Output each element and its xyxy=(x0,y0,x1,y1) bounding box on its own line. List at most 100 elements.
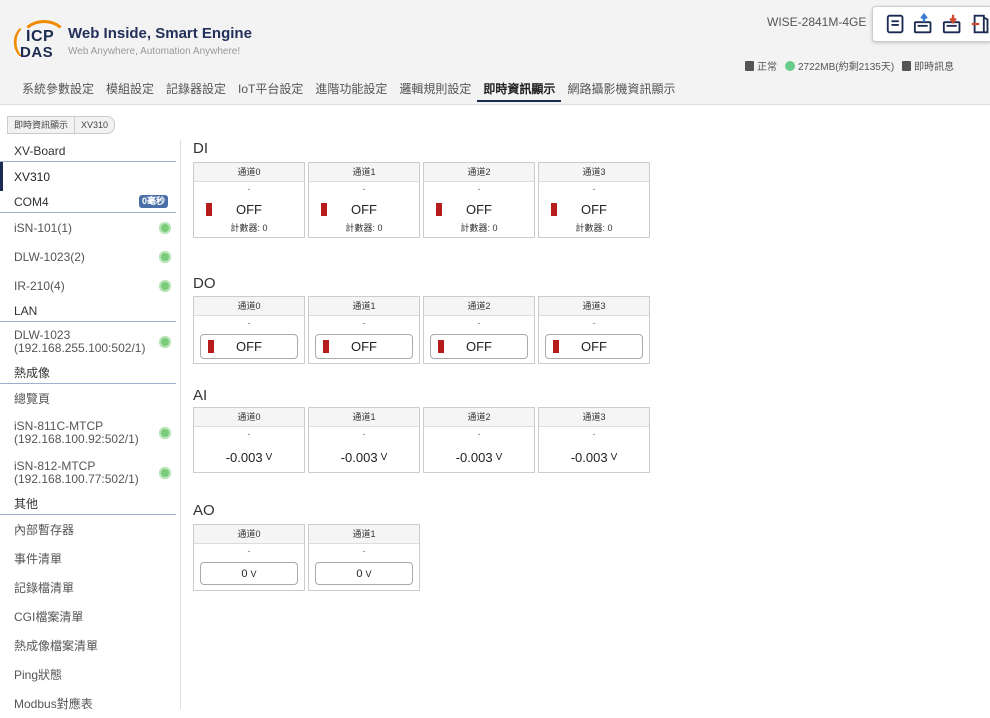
do-section-title: DO xyxy=(193,275,216,292)
channel-alias: - xyxy=(592,429,596,439)
nav-system-settings[interactable]: 系統參數設定 xyxy=(16,80,100,102)
channel-name: 通道1 xyxy=(309,297,419,316)
sidebar-group-thermal: 熱成像 xyxy=(0,362,176,384)
sidebar-item-overview[interactable]: 總覽頁 xyxy=(0,384,180,413)
channel-alias: - xyxy=(477,318,481,328)
device-model: WISE-2841M-4GE xyxy=(767,15,867,29)
di-section-title: DI xyxy=(193,140,208,157)
sidebar-item-event-list[interactable]: 事件清單 xyxy=(0,544,180,573)
download-icon[interactable] xyxy=(942,13,962,35)
off-indicator xyxy=(323,340,329,353)
do-toggle-button[interactable]: OFF xyxy=(545,334,643,359)
ai-value: -0.003 V xyxy=(570,449,618,465)
breadcrumb-realtime[interactable]: 即時資訊顯示 xyxy=(7,116,76,134)
brand-subtitle: Web Anywhere, Automation Anywhere! xyxy=(68,46,241,57)
channel-alias: - xyxy=(592,318,596,328)
nav-realtime-display[interactable]: 即時資訊顯示 xyxy=(477,80,562,102)
sidebar-item-isn812[interactable]: iSN-812-MTCP (192.168.100.77:502/1) xyxy=(0,453,180,493)
ai-value: -0.003 V xyxy=(455,449,503,465)
main-nav: 系統參數設定 模組設定 記錄器設定 IoT平台設定 進階功能設定 邏輯規則設定 … xyxy=(16,80,681,102)
ao-channel-card: 通道1 - 0V xyxy=(308,524,420,591)
online-status-icon xyxy=(159,221,171,234)
ao-section-title: AO xyxy=(193,502,215,519)
off-indicator xyxy=(206,202,212,216)
sidebar-item-log-list[interactable]: 記錄檔清單 xyxy=(0,573,180,602)
do-toggle-button[interactable]: OFF xyxy=(430,334,528,359)
logout-icon[interactable] xyxy=(970,13,990,35)
di-state: OFF xyxy=(539,197,649,221)
ai-section-title: AI xyxy=(193,387,208,404)
channel-alias: - xyxy=(592,184,596,194)
off-indicator xyxy=(551,202,557,216)
ai-value: -0.003 V xyxy=(340,449,388,465)
nav-camera-display[interactable]: 網路攝影機資訊顯示 xyxy=(561,80,681,102)
sidebar-group-lan: LAN xyxy=(0,300,176,322)
channel-alias: - xyxy=(247,429,251,439)
channel-alias: - xyxy=(362,318,366,328)
upload-icon[interactable] xyxy=(913,13,933,35)
sidebar-item-ir210[interactable]: IR-210(4) xyxy=(0,271,180,300)
ai-channel-card: 通道0 - -0.003 V xyxy=(193,407,305,473)
ai-channel-card: 通道3 - -0.003 V xyxy=(538,407,650,473)
sidebar-item-isn101[interactable]: iSN-101(1) xyxy=(0,213,180,242)
channel-alias: - xyxy=(362,184,366,194)
storage-status: 2722MB(約剩2135天) xyxy=(785,58,894,73)
nav-logic-rules[interactable]: 邏輯規則設定 xyxy=(393,80,477,102)
sidebar-item-ping-status[interactable]: Ping狀態 xyxy=(0,660,180,689)
channel-alias: - xyxy=(247,546,251,556)
ao-set-button[interactable]: 0V xyxy=(200,562,298,585)
brand-title: Web Inside, Smart Engine xyxy=(68,25,252,42)
channel-name: 通道3 xyxy=(539,297,649,316)
di-counter: 計數器: 0 xyxy=(230,223,268,233)
ai-channel-card: 通道2 - -0.003 V xyxy=(423,407,535,473)
do-toggle-button[interactable]: OFF xyxy=(200,334,298,359)
logo-das-text: DAS xyxy=(20,44,54,61)
channel-name: 通道0 xyxy=(194,408,304,427)
sidebar-item-thermal-list[interactable]: 熱成像檔案清單 xyxy=(0,631,180,660)
di-counter: 計數器: 0 xyxy=(575,223,613,233)
channel-name: 通道2 xyxy=(424,163,534,182)
off-indicator xyxy=(436,202,442,216)
document-icon[interactable] xyxy=(885,13,905,35)
channel-name: 通道0 xyxy=(194,525,304,544)
nav-logger-settings[interactable]: 記錄器設定 xyxy=(160,80,232,102)
sidebar-item-isn811c[interactable]: iSN-811C-MTCP (192.168.100.92:502/1) xyxy=(0,413,180,453)
ao-set-button[interactable]: 0V xyxy=(315,562,413,585)
channel-name: 通道2 xyxy=(424,297,534,316)
realtime-info-link[interactable]: 即時訊息 xyxy=(902,58,954,73)
ai-channel-card: 通道1 - -0.003 V xyxy=(308,407,420,473)
off-indicator xyxy=(553,340,559,353)
online-status-icon xyxy=(159,467,171,479)
sidebar-item-modbus-table[interactable]: Modbus對應表 xyxy=(0,689,180,718)
do-channel-card: 通道0 - OFF xyxy=(193,296,305,364)
sidebar-item-internal-register[interactable]: 內部暫存器 xyxy=(0,515,180,544)
ao-channel-card: 通道0 - 0V xyxy=(193,524,305,591)
channel-alias: - xyxy=(362,429,366,439)
channel-name: 通道3 xyxy=(539,408,649,427)
sidebar-item-cgi-list[interactable]: CGI檔案清單 xyxy=(0,602,180,631)
di-state: OFF xyxy=(424,197,534,221)
sidebar-item-xv310[interactable]: XV310 xyxy=(0,162,180,191)
com4-badge: 0毫秒 xyxy=(138,195,168,208)
sidebar-item-dlw1023-lan[interactable]: DLW-1023 (192.168.255.100:502/1) xyxy=(0,322,180,362)
nav-module-settings[interactable]: 模組設定 xyxy=(100,80,160,102)
do-toggle-button[interactable]: OFF xyxy=(315,334,413,359)
header-toolbar xyxy=(872,6,990,42)
channel-name: 通道0 xyxy=(194,297,304,316)
online-status-icon xyxy=(159,336,171,348)
sidebar-group-com4: COM4 0毫秒 xyxy=(0,191,176,213)
off-indicator xyxy=(321,202,327,216)
nav-iot-settings[interactable]: IoT平台設定 xyxy=(232,80,309,102)
nav-advanced-settings[interactable]: 進階功能設定 xyxy=(309,80,393,102)
breadcrumb: 即時資訊顯示 XV310 xyxy=(7,116,116,134)
off-indicator xyxy=(438,340,444,353)
ai-value: -0.003 V xyxy=(225,449,273,465)
di-channel-card: 通道3 - OFF 計數器: 0 xyxy=(538,162,650,238)
do-channel-card: 通道3 - OFF xyxy=(538,296,650,364)
do-channel-card: 通道1 - OFF xyxy=(308,296,420,364)
channel-alias: - xyxy=(247,318,251,328)
icpdas-logo: ( ICP DAS xyxy=(12,18,68,61)
di-channel-card: 通道2 - OFF 計數器: 0 xyxy=(423,162,535,238)
off-indicator xyxy=(208,340,214,353)
sidebar-item-dlw1023-2[interactable]: DLW-1023(2) xyxy=(0,242,180,271)
